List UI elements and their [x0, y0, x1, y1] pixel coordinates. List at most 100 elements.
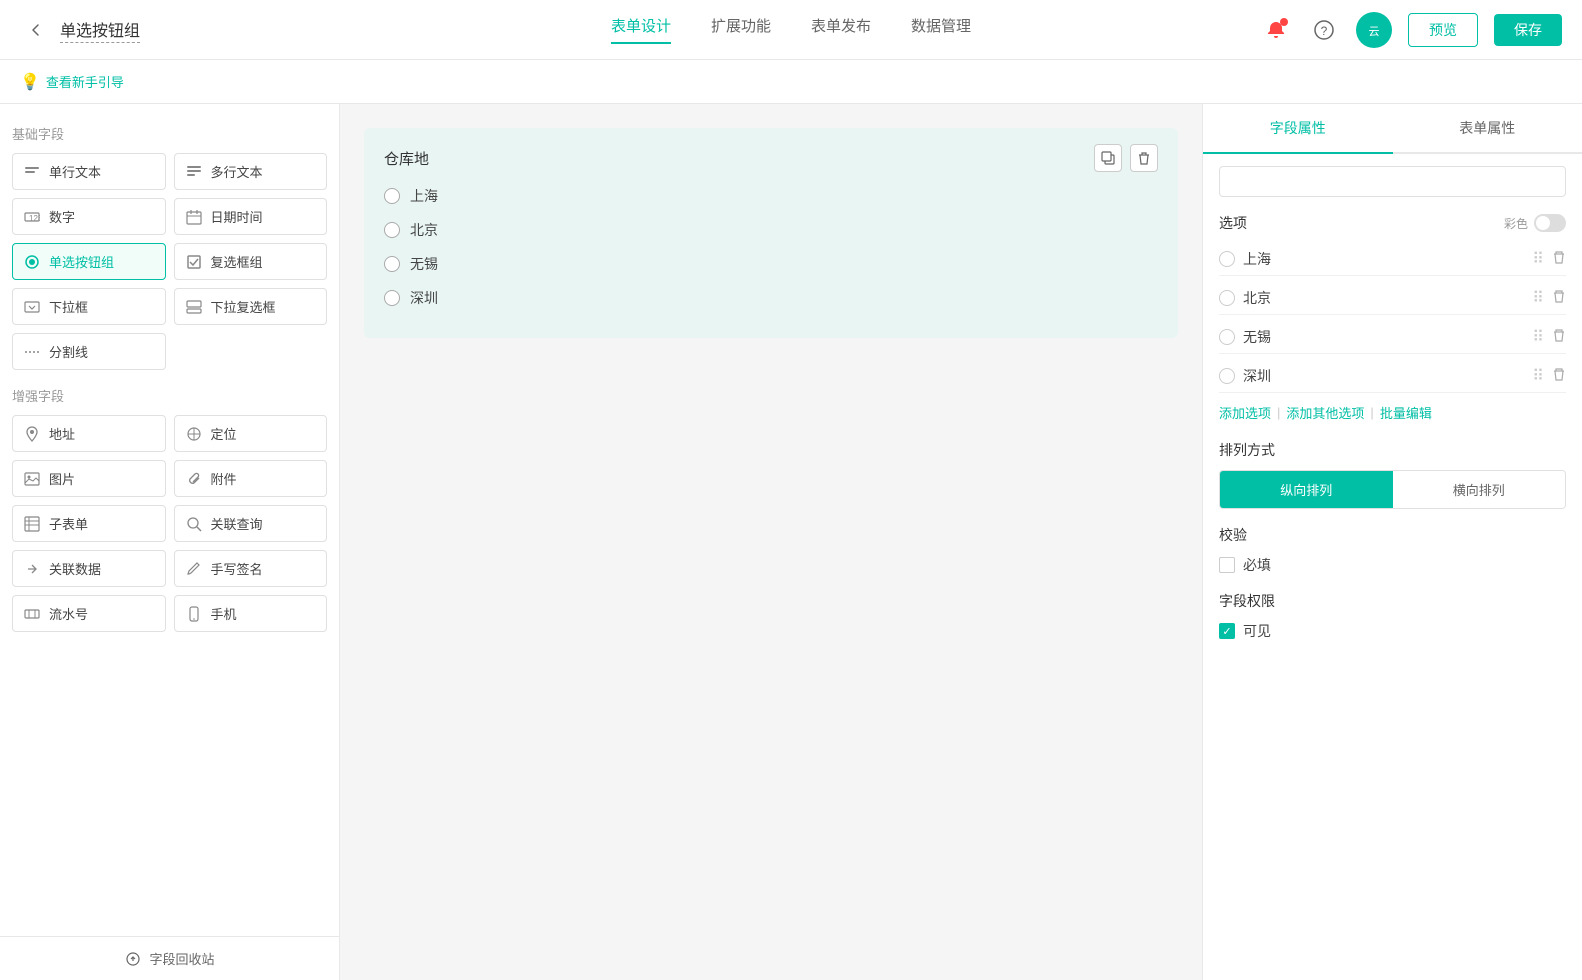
- field-single-line[interactable]: 单行文本: [12, 153, 166, 190]
- option-delete-0[interactable]: [1552, 250, 1566, 269]
- form-card-header: 仓库地: [384, 144, 1158, 172]
- field-serial-label: 流水号: [49, 604, 88, 623]
- option-delete-2[interactable]: [1552, 328, 1566, 347]
- option-delete-3[interactable]: [1552, 367, 1566, 386]
- recycle-label: 字段回收站: [149, 949, 214, 968]
- related-query-icon: [185, 515, 203, 533]
- option-drag-2[interactable]: ⠿: [1532, 327, 1544, 347]
- validate-section: 校验 必填: [1219, 525, 1566, 575]
- card-actions: [1094, 144, 1158, 172]
- address-icon: [23, 425, 41, 443]
- delete-button[interactable]: [1130, 144, 1158, 172]
- required-checkbox[interactable]: [1219, 557, 1235, 573]
- recycle-bar[interactable]: 字段回收站: [0, 936, 340, 980]
- field-image-label: 图片: [49, 469, 75, 488]
- phone-icon: [185, 605, 203, 623]
- copy-button[interactable]: [1094, 144, 1122, 172]
- sort-label: 排列方式: [1219, 440, 1275, 460]
- guide-link[interactable]: 💡 查看新手引导: [20, 72, 124, 92]
- nav-item-extend[interactable]: 扩展功能: [711, 15, 771, 44]
- option-radio-1[interactable]: [1219, 290, 1235, 306]
- option-row-2: 无锡 ⠿: [1219, 321, 1566, 354]
- option-drag-1[interactable]: ⠿: [1532, 288, 1544, 308]
- field-phone-label: 手机: [211, 604, 237, 623]
- field-image[interactable]: 图片: [12, 460, 166, 497]
- field-radio[interactable]: 单选按钮组: [12, 243, 166, 280]
- field-multi-dropdown-label: 下拉复选框: [211, 297, 276, 316]
- field-location[interactable]: 定位: [174, 415, 328, 452]
- field-serial[interactable]: 流水号: [12, 595, 166, 632]
- permission-section-title: 字段权限: [1219, 591, 1566, 611]
- field-multi-line-label: 多行文本: [211, 162, 263, 181]
- color-toggle-switch[interactable]: [1534, 214, 1566, 232]
- field-handwriting[interactable]: 手写签名: [174, 550, 328, 587]
- required-label: 必填: [1243, 555, 1271, 575]
- validate-label: 校验: [1219, 525, 1247, 545]
- field-dropdown[interactable]: 下拉框: [12, 288, 166, 325]
- batch-edit-link[interactable]: 批量编辑: [1380, 403, 1432, 422]
- field-datetime[interactable]: 日期时间: [174, 198, 328, 235]
- option-radio-0[interactable]: [1219, 251, 1235, 267]
- permission-label: 字段权限: [1219, 591, 1275, 611]
- field-location-label: 定位: [211, 424, 237, 443]
- datetime-icon: [185, 208, 203, 226]
- nav-item-form-design[interactable]: 表单设计: [611, 15, 671, 44]
- field-checkbox-label: 复选框组: [211, 252, 263, 271]
- tab-form-props[interactable]: 表单属性: [1393, 104, 1582, 154]
- handwriting-icon: [185, 560, 203, 578]
- left-panel: 基础字段 单行文本 多行文本 123 数字: [0, 104, 340, 980]
- field-divider[interactable]: 分割线: [12, 333, 166, 370]
- add-other-link[interactable]: 添加其他选项: [1286, 403, 1364, 422]
- radio-option-3[interactable]: 深圳: [384, 288, 1158, 308]
- field-related-query-label: 关联查询: [211, 514, 263, 533]
- field-single-line-label: 单行文本: [49, 162, 101, 181]
- sort-vertical-btn[interactable]: 纵向排列: [1220, 471, 1393, 508]
- number-icon: 123: [23, 208, 41, 226]
- option-delete-1[interactable]: [1552, 289, 1566, 308]
- right-content: 选项 彩色 上海 ⠿ 北京 ⠿: [1203, 154, 1582, 669]
- field-attachment[interactable]: 附件: [174, 460, 328, 497]
- save-button[interactable]: 保存: [1494, 14, 1562, 46]
- field-handwriting-label: 手写签名: [211, 559, 263, 578]
- option-drag-0[interactable]: ⠿: [1532, 249, 1544, 269]
- main-nav: 表单设计 扩展功能 表单发布 数据管理: [611, 15, 971, 44]
- option-row-3: 深圳 ⠿: [1219, 360, 1566, 393]
- option-text-0: 上海: [1243, 249, 1524, 269]
- search-input[interactable]: [1219, 166, 1566, 197]
- dropdown-icon: [23, 298, 41, 316]
- nav-item-data[interactable]: 数据管理: [911, 15, 971, 44]
- notification-icon[interactable]: [1260, 14, 1292, 46]
- visible-checkbox[interactable]: ✓: [1219, 623, 1235, 639]
- field-multi-line[interactable]: 多行文本: [174, 153, 328, 190]
- option-radio-3[interactable]: [1219, 368, 1235, 384]
- radio-option-1[interactable]: 北京: [384, 220, 1158, 240]
- field-attachment-label: 附件: [211, 469, 237, 488]
- option-drag-3[interactable]: ⠿: [1532, 366, 1544, 386]
- field-related-data[interactable]: 关联数据: [12, 550, 166, 587]
- tab-field-props[interactable]: 字段属性: [1203, 104, 1393, 154]
- field-phone[interactable]: 手机: [174, 595, 328, 632]
- multi-line-icon: [185, 163, 203, 181]
- help-icon[interactable]: ?: [1308, 14, 1340, 46]
- add-option-link[interactable]: 添加选项: [1219, 403, 1271, 422]
- preview-button[interactable]: 预览: [1408, 13, 1478, 47]
- field-checkbox[interactable]: 复选框组: [174, 243, 328, 280]
- field-number[interactable]: 123 数字: [12, 198, 166, 235]
- related-data-icon: [23, 560, 41, 578]
- radio-circle-1: [384, 222, 400, 238]
- color-label: 彩色: [1504, 215, 1528, 232]
- sort-horizontal-btn[interactable]: 横向排列: [1393, 471, 1566, 508]
- back-button[interactable]: [20, 14, 52, 46]
- option-radio-2[interactable]: [1219, 329, 1235, 345]
- field-related-query[interactable]: 关联查询: [174, 505, 328, 542]
- field-subform[interactable]: 子表单: [12, 505, 166, 542]
- field-multi-dropdown[interactable]: 下拉复选框: [174, 288, 328, 325]
- nav-item-publish[interactable]: 表单发布: [811, 15, 871, 44]
- user-avatar[interactable]: 云: [1356, 12, 1392, 48]
- field-address[interactable]: 地址: [12, 415, 166, 452]
- right-tabs: 字段属性 表单属性: [1203, 104, 1582, 154]
- radio-circle-3: [384, 290, 400, 306]
- color-toggle[interactable]: 彩色: [1504, 214, 1566, 232]
- radio-option-2[interactable]: 无锡: [384, 254, 1158, 274]
- radio-option-0[interactable]: 上海: [384, 186, 1158, 206]
